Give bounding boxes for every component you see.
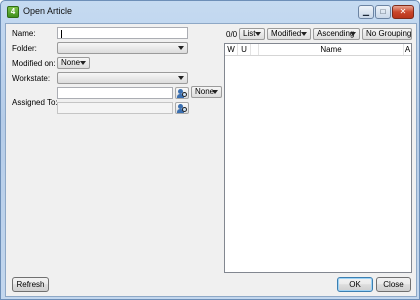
- folder-select[interactable]: [57, 42, 188, 54]
- dropdown-arrow-icon: [301, 32, 307, 36]
- text-caret: [61, 30, 62, 38]
- modified-on-select[interactable]: None: [57, 57, 90, 69]
- dialog-client-area: Name: Folder: Modified on: None Workstat…: [5, 23, 417, 297]
- grouping-select[interactable]: No Grouping: [362, 28, 412, 40]
- close-window-button[interactable]: ✕: [392, 5, 414, 19]
- maximize-button[interactable]: □: [375, 5, 391, 19]
- dropdown-arrow-icon: [80, 61, 86, 65]
- grouping-value: No Grouping: [366, 29, 412, 38]
- column-header-name[interactable]: Name: [259, 44, 404, 55]
- sort-order-select[interactable]: Ascending: [313, 28, 360, 40]
- assigned-to-input[interactable]: [57, 87, 173, 99]
- assigned-to-label: Assigned To:: [12, 98, 58, 107]
- column-header-w[interactable]: W: [225, 44, 238, 55]
- workstate-select[interactable]: [57, 72, 188, 84]
- close-icon: ✕: [399, 7, 407, 16]
- assigned-user-picker-button[interactable]: [175, 87, 189, 99]
- minimize-icon: ▁: [362, 7, 370, 16]
- dropdown-arrow-icon: [178, 76, 184, 80]
- window-title: Open Article: [23, 6, 73, 16]
- title-bar[interactable]: 4 Open Article ▁ □ ✕: [1, 1, 419, 23]
- modified-on-label: Modified on:: [12, 59, 56, 68]
- ok-button[interactable]: OK: [337, 277, 373, 292]
- minimize-button[interactable]: ▁: [358, 5, 374, 19]
- assigned-to-secondary-input: [57, 102, 173, 114]
- sort-field-select[interactable]: Modified: [267, 28, 311, 40]
- assigned-mode-select[interactable]: None: [191, 86, 222, 98]
- assigned-group-picker-button[interactable]: [175, 102, 189, 114]
- dropdown-arrow-icon: [350, 32, 356, 36]
- result-count: 0/0: [226, 30, 238, 39]
- maximize-icon: □: [380, 7, 386, 16]
- column-header-blank[interactable]: [251, 44, 259, 55]
- sort-order-value: Ascending: [317, 29, 355, 38]
- app-icon: 4: [7, 6, 19, 18]
- name-label: Name:: [12, 29, 36, 38]
- name-input[interactable]: [57, 27, 188, 39]
- open-article-window: 4 Open Article ▁ □ ✕ Name: Folder: Modif…: [0, 0, 420, 300]
- view-mode-value: List: [243, 29, 256, 38]
- dropdown-arrow-icon: [255, 32, 261, 36]
- column-header-a[interactable]: A: [404, 44, 411, 55]
- grid-header: W U Name A: [225, 44, 411, 56]
- refresh-button[interactable]: Refresh: [12, 277, 49, 292]
- sort-field-value: Modified: [271, 29, 302, 38]
- dropdown-arrow-icon: [178, 46, 184, 50]
- dropdown-arrow-icon: [212, 90, 218, 94]
- view-mode-select[interactable]: List: [239, 28, 265, 40]
- close-button[interactable]: Close: [376, 277, 411, 292]
- modified-on-select-value: None: [61, 58, 81, 67]
- results-grid[interactable]: W U Name A: [224, 43, 412, 273]
- column-header-u[interactable]: U: [238, 44, 251, 55]
- workstate-label: Workstate:: [12, 74, 51, 83]
- folder-label: Folder:: [12, 44, 37, 53]
